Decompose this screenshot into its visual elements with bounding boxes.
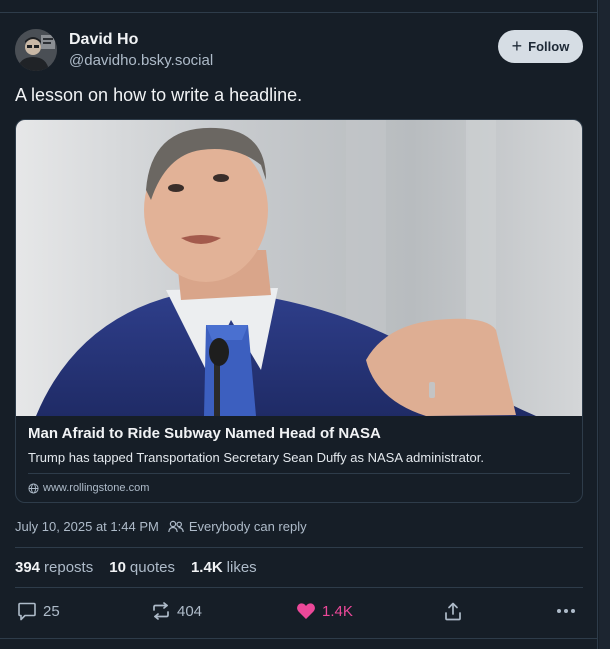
quotes-label: quotes	[129, 559, 175, 576]
stats-bottom-divider	[15, 587, 583, 588]
link-card-description: Trump has tapped Transportation Secretar…	[28, 450, 484, 465]
reply-setting: Everybody can reply	[168, 519, 307, 534]
link-card-divider	[28, 473, 570, 474]
top-divider	[0, 12, 598, 13]
link-card-domain: www.rollingstone.com	[43, 482, 150, 494]
scrollbar-track[interactable]	[599, 0, 610, 649]
globe-icon	[28, 482, 39, 494]
quotes-count: 10	[109, 559, 126, 576]
link-card[interactable]: Man Afraid to Ride Subway Named Head of …	[15, 119, 583, 503]
more-options-button[interactable]	[556, 603, 576, 619]
repost-count: 404	[177, 602, 203, 620]
share-button[interactable]	[444, 602, 462, 621]
link-card-url[interactable]: www.rollingstone.com	[28, 482, 572, 494]
like-button[interactable]: 1.4K	[296, 602, 353, 620]
ellipsis-icon	[557, 609, 575, 613]
repost-icon	[153, 602, 169, 620]
author-handle[interactable]: @davidho.bsky.social	[69, 52, 213, 69]
repost-button[interactable]: 404	[151, 602, 202, 620]
likes-count: 1.4K	[190, 559, 223, 576]
heart-icon	[297, 603, 315, 619]
likes-label: likes	[226, 559, 257, 576]
engagement-stats: 394 reposts 10 quotes 1.4K likes	[15, 559, 273, 576]
plus-icon: +	[511, 35, 523, 56]
people-icon	[168, 520, 184, 533]
reply-count: 25	[43, 603, 60, 620]
like-count: 1.4K	[322, 602, 353, 620]
stats-top-divider	[15, 547, 583, 548]
post-timestamp[interactable]: July 10, 2025 at 1:44 PM	[15, 519, 159, 534]
follow-button[interactable]: + Follow	[498, 30, 583, 63]
post-bottom-divider	[0, 638, 598, 639]
post-meta: July 10, 2025 at 1:44 PM Everybody can r…	[15, 519, 307, 534]
post-text: A lesson on how to write a headline.	[15, 85, 303, 105]
reposts-label: reposts	[44, 559, 94, 576]
share-icon	[445, 602, 461, 621]
author-avatar[interactable]	[15, 29, 57, 71]
reposts-count: 394	[15, 559, 41, 576]
link-card-title[interactable]: Man Afraid to Ride Subway Named Head of …	[28, 425, 572, 442]
avatar-photo	[15, 29, 57, 71]
reposts-stat[interactable]: 394 reposts	[15, 559, 93, 576]
follow-button-label: Follow	[528, 39, 570, 54]
news-photo	[16, 120, 582, 416]
author-name[interactable]: David Ho	[69, 31, 138, 49]
reply-button[interactable]: 25	[17, 602, 60, 621]
quotes-stat[interactable]: 10 quotes	[109, 559, 175, 576]
likes-stat[interactable]: 1.4K likes	[191, 559, 257, 576]
reply-setting-label: Everybody can reply	[188, 519, 307, 534]
comment-icon	[18, 602, 36, 621]
